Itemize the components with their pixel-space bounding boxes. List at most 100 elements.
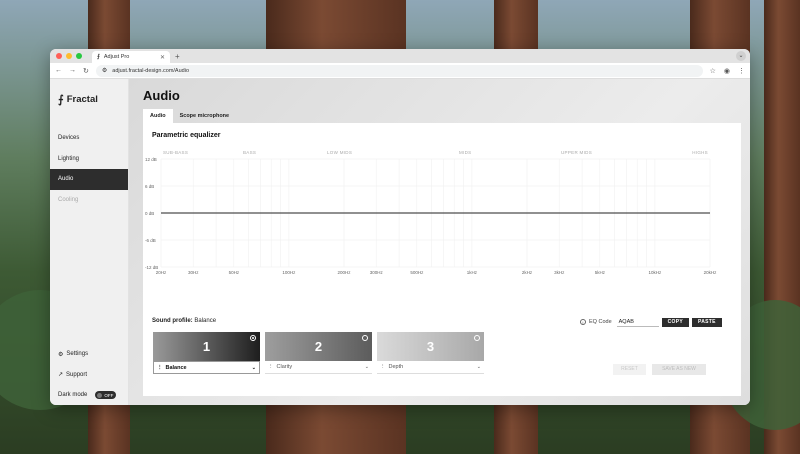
- y-tick-label: 0 dB: [145, 211, 154, 216]
- eq-code-input[interactable]: AQAB: [616, 317, 659, 327]
- profile-radio[interactable]: [362, 335, 368, 341]
- copy-button[interactable]: COPY: [661, 317, 689, 327]
- settings-link[interactable]: ⚙ Settings: [58, 344, 124, 365]
- sound-profile-value: Balance: [194, 318, 217, 324]
- url-field[interactable]: ⚙ adjust.fractal-design.com/Audio: [95, 64, 703, 77]
- profile-icon[interactable]: ◉: [724, 67, 730, 75]
- profile-select[interactable]: ⋮ Depth ⌄: [377, 361, 484, 374]
- x-tick-label: 20Hz: [156, 270, 167, 275]
- reload-icon[interactable]: ↻: [83, 67, 89, 75]
- x-tick-label: 20kHz: [704, 270, 718, 275]
- equalizer-chart[interactable]: SUB-BASS BASS LOW MIDS MIDS UPPER MIDS HIGHS 1…: [143, 147, 726, 277]
- tab-audio[interactable]: Audio: [143, 109, 173, 123]
- settings-label: Settings: [66, 351, 89, 358]
- close-tab-icon[interactable]: ✕: [160, 54, 165, 61]
- profile-name: Balance: [165, 364, 187, 371]
- drag-handle-icon[interactable]: ⋮: [380, 364, 386, 370]
- profile-name: Depth: [388, 364, 404, 370]
- x-tick-label: 10kHz: [649, 270, 663, 275]
- sidebar-item-lighting[interactable]: Lighting: [50, 149, 128, 170]
- close-window-button[interactable]: [56, 53, 62, 59]
- profile-card-image[interactable]: 1: [153, 332, 260, 361]
- equalizer-title: Parametric equalizer: [152, 132, 221, 139]
- sound-profile-cards: 1 ⋮ Balance ⌄ 2 ⋮ Clarity ⌄ 3 ⋮ Depth ⌄: [153, 332, 484, 374]
- main-content: Audio Audio Scope microphone Parametric …: [129, 79, 750, 405]
- sidebar-item-audio[interactable]: Audio: [50, 169, 128, 190]
- x-tick-label: 2kHz: [522, 270, 533, 275]
- support-label: Support: [66, 371, 88, 378]
- chevron-down-icon: ⌄: [364, 364, 369, 370]
- y-tick-label: -6 dB: [145, 238, 156, 243]
- drag-handle-icon[interactable]: ⋮: [157, 365, 163, 371]
- x-tick-label: 1kHz: [467, 270, 478, 275]
- new-tab-button[interactable]: +: [175, 52, 180, 61]
- band-label: SUB-BASS: [163, 150, 188, 155]
- eq-code-group: i EQ Code AQAB COPY PASTE: [580, 317, 722, 327]
- minimize-window-button[interactable]: [66, 53, 72, 59]
- band-label: MIDS: [459, 150, 471, 155]
- profile-card-image[interactable]: 3: [377, 332, 484, 361]
- favicon-icon: ⨍: [97, 54, 100, 60]
- bookmark-star-icon[interactable]: ☆: [710, 67, 716, 75]
- audio-tabs: Audio Scope microphone: [143, 109, 236, 123]
- address-bar: ← → ↻ ⚙ adjust.fractal-design.com/Audio …: [50, 63, 750, 79]
- paste-button[interactable]: PASTE: [692, 317, 722, 327]
- x-tick-label: 5kHz: [595, 270, 606, 275]
- sidebar-nav: Devices Lighting Audio Cooling: [50, 128, 128, 210]
- profile-card-number: 1: [202, 339, 211, 354]
- tab-scope-microphone[interactable]: Scope microphone: [173, 109, 237, 123]
- sound-profile-prefix: Sound profile:: [152, 318, 193, 324]
- profile-select[interactable]: ⋮ Clarity ⌄: [265, 361, 372, 374]
- gear-icon: ⚙: [58, 351, 64, 358]
- browser-menu-icon[interactable]: ⋮: [738, 67, 745, 75]
- profile-card-3[interactable]: 3 ⋮ Depth ⌄: [377, 332, 484, 374]
- info-icon[interactable]: i: [580, 319, 586, 325]
- profile-card-number: 3: [426, 339, 435, 354]
- x-tick-label: 30Hz: [188, 270, 199, 275]
- sidebar-item-cooling: Cooling: [58, 196, 79, 203]
- chevron-down-icon: ⌄: [251, 364, 256, 371]
- x-tick-label: 50Hz: [229, 270, 240, 275]
- browser-tab[interactable]: ⨍ Adjust Pro ✕: [92, 51, 170, 63]
- fractal-logo: ⨍ Fractal: [58, 93, 98, 106]
- equalizer-panel: Parametric equalizer SUB-BASS BASS LOW MID…: [143, 123, 741, 396]
- equalizer-graph[interactable]: SUB-BASS BASS LOW MIDS MIDS UPPER MIDS HIGHS 1…: [143, 147, 726, 277]
- dark-mode-toggle[interactable]: OFF: [95, 391, 117, 400]
- drag-handle-icon[interactable]: ⋮: [268, 364, 274, 370]
- profile-radio[interactable]: [474, 335, 480, 341]
- x-tick-label: 3kHz: [554, 270, 565, 275]
- tab-search-icon[interactable]: ⌄: [736, 51, 746, 61]
- browser-window: ⨍ Adjust Pro ✕ + ⌄ ← → ↻ ⚙ adjust.fracta…: [50, 49, 750, 405]
- band-label: BASS: [243, 150, 256, 155]
- back-icon[interactable]: ←: [55, 67, 62, 74]
- profile-name: Clarity: [276, 364, 293, 370]
- toggle-state: OFF: [104, 392, 114, 398]
- band-label: UPPER MIDS: [561, 150, 592, 155]
- profile-card-number: 2: [314, 339, 323, 354]
- chevron-down-icon: ⌄: [476, 364, 481, 370]
- profile-card-2[interactable]: 2 ⋮ Clarity ⌄: [265, 332, 372, 374]
- profile-card-image[interactable]: 2: [265, 332, 372, 361]
- eq-code-label: EQ Code: [589, 319, 612, 325]
- profile-select[interactable]: ⋮ Balance ⌄: [153, 361, 260, 374]
- x-tick-label: 500Hz: [410, 270, 424, 275]
- sidebar-item-devices[interactable]: Devices: [50, 128, 128, 149]
- browser-tab-title: Adjust Pro: [103, 54, 130, 60]
- maximize-window-button[interactable]: [76, 53, 82, 59]
- band-label: HIGHS: [692, 150, 708, 155]
- site-settings-icon[interactable]: ⚙: [102, 67, 107, 74]
- logo-text: Fractal: [66, 94, 98, 105]
- band-label: LOW MIDS: [327, 150, 352, 155]
- sidebar: ⨍ Fractal Devices Lighting Audio Cooling…: [50, 79, 129, 405]
- profile-card-1[interactable]: 1 ⋮ Balance ⌄: [153, 332, 260, 374]
- y-tick-label: 12 dB: [145, 157, 157, 162]
- profile-radio-selected[interactable]: [250, 335, 256, 341]
- browser-tab-bar: ⨍ Adjust Pro ✕ + ⌄: [50, 49, 750, 63]
- save-as-new-button: SAVE AS NEW: [652, 364, 706, 375]
- forward-icon[interactable]: →: [69, 67, 76, 74]
- window-controls: [56, 53, 82, 59]
- fractal-logo-icon: ⨍: [58, 94, 64, 106]
- x-tick-label: 200Hz: [337, 270, 351, 275]
- support-link[interactable]: ↗ Support: [58, 365, 124, 386]
- sidebar-footer: ⚙ Settings ↗ Support Dark mode OFF: [58, 344, 124, 405]
